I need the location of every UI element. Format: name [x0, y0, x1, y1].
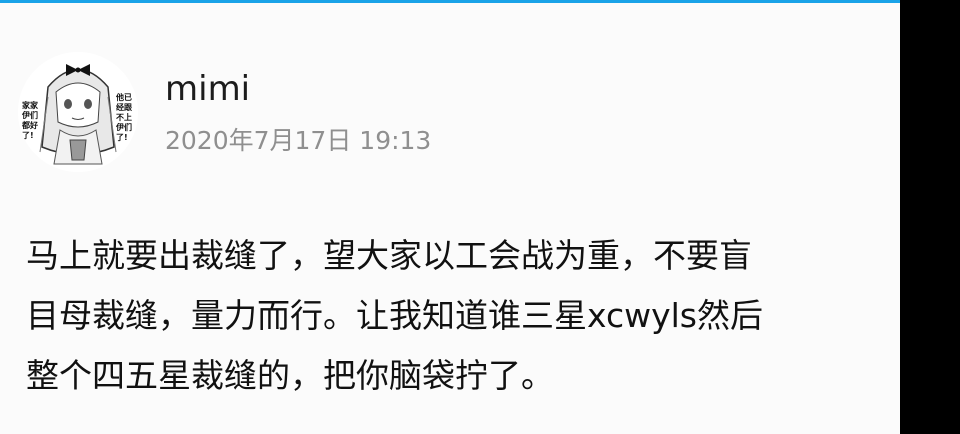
top-accent-bar: [0, 0, 900, 3]
avatar-caption-text: 伊们: [115, 122, 132, 132]
post-body-line: 目母裁缝，量力而行。让我知道谁三星xcwyls然后: [26, 296, 763, 335]
post-body-line: 整个四五星裁缝的，把你脑袋拧了。: [26, 356, 554, 395]
post-timestamp: 2020年7月17日 19:13: [165, 126, 432, 155]
avatar-caption-text: 了!: [116, 133, 128, 142]
avatar-caption-text: 他已: [115, 92, 132, 102]
avatar-caption-text: 了!: [22, 131, 34, 140]
right-black-margin: [900, 0, 960, 434]
avatar-caption-text: 伊们: [21, 110, 38, 120]
avatar-caption-text: 经跟: [116, 102, 133, 112]
post-body: 马上就要出裁缝了，望大家以工会战为重，不要盲 目母裁缝，量力而行。让我知道谁三星…: [26, 226, 856, 406]
post-body-line: 马上就要出裁缝了，望大家以工会战为重，不要盲: [26, 236, 752, 275]
avatar-caption-text: 不上: [116, 112, 132, 122]
post-card: 家家 伊们 都好 了! 他已 经跟 不上 伊们 了! mimi 2020年7月17日 19:1…: [0, 0, 900, 434]
avatar-caption-text: 家家: [22, 100, 39, 110]
anime-girl-avatar-icon: 家家伊们都好了! 他已经跟不上伊们了!: [18, 52, 138, 172]
author-name[interactable]: mimi: [165, 66, 250, 112]
avatar[interactable]: 家家 伊们 都好 了! 他已 经跟 不上 伊们 了!: [18, 52, 138, 172]
avatar-caption-text: 都好: [21, 120, 38, 130]
screen: 家家 伊们 都好 了! 他已 经跟 不上 伊们 了! mimi 2020年7月17日 19:1…: [0, 0, 960, 434]
